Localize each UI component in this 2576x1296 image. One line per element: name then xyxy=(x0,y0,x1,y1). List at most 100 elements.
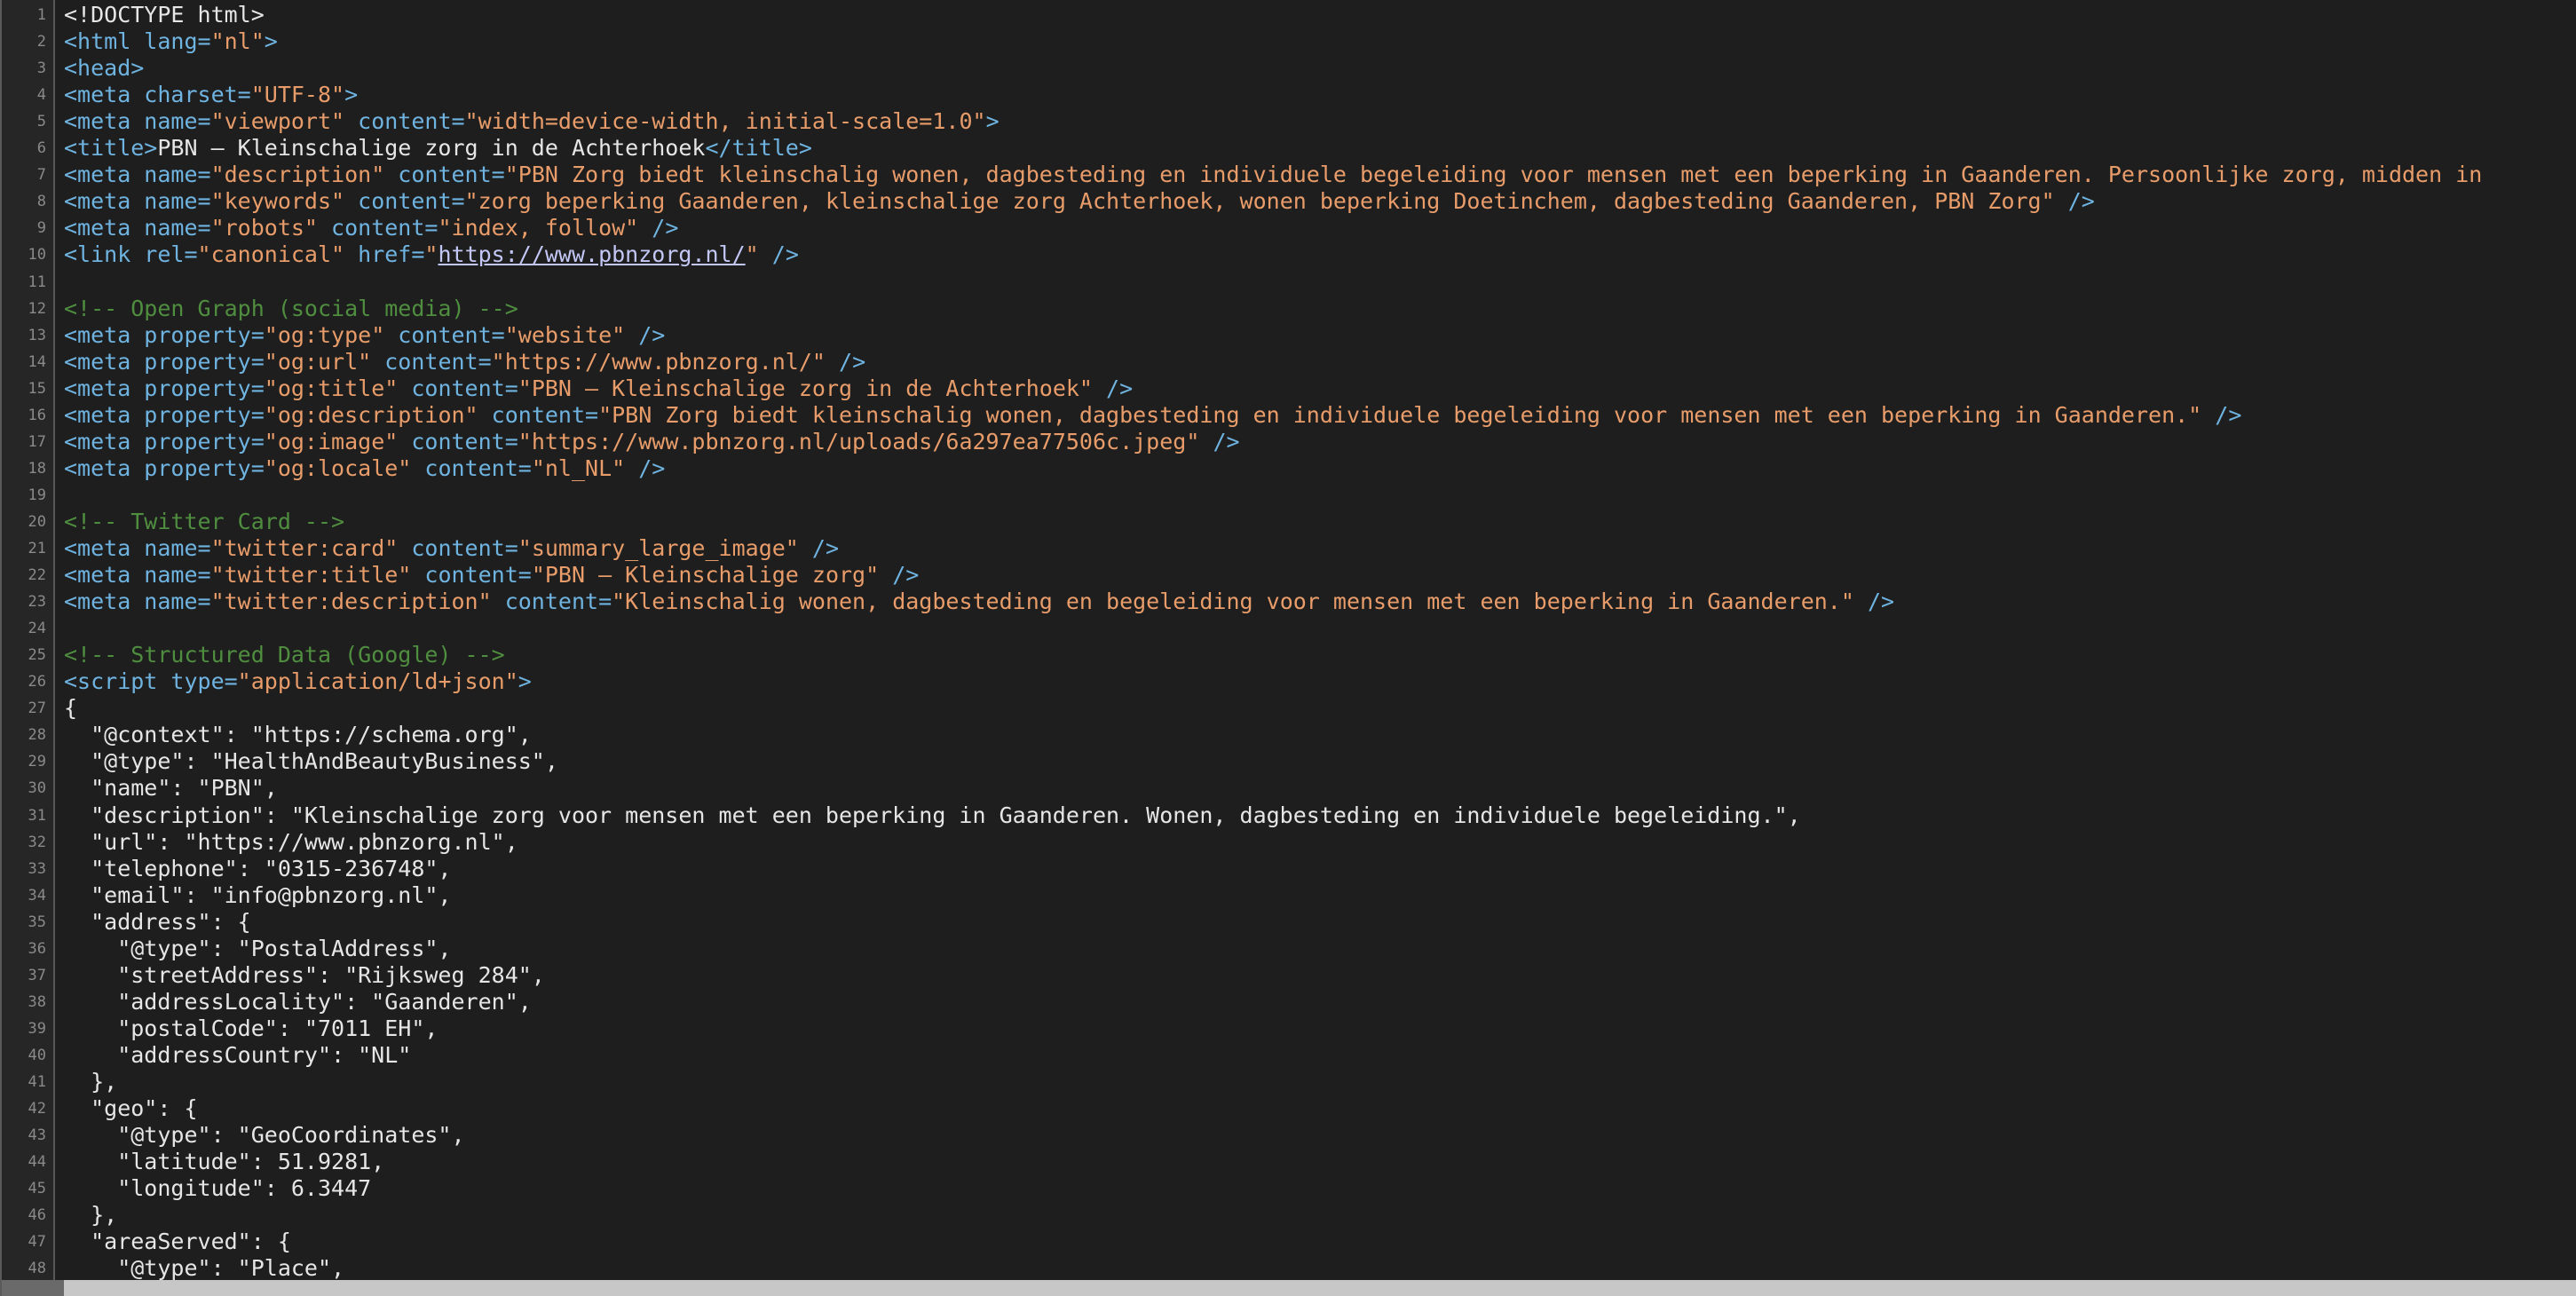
code-line[interactable]: 30 "name": "PBN", xyxy=(2,775,2576,802)
code-line[interactable]: 40 "addressCountry": "NL" xyxy=(2,1042,2576,1069)
line-code: <meta name="robots" content="index, foll… xyxy=(64,215,678,241)
code-line[interactable]: 48 "@type": "Place", xyxy=(2,1255,2576,1282)
code-line[interactable]: 5 <meta name="viewport" content="width=de… xyxy=(2,108,2576,135)
code-line[interactable]: 36 "@type": "PostalAddress", xyxy=(2,936,2576,962)
code-line[interactable]: 19 xyxy=(2,482,2576,509)
code-token: content= xyxy=(344,108,465,134)
line-number: 19 xyxy=(28,486,46,504)
code-line[interactable]: 33 "telephone": "0315-236748", xyxy=(2,856,2576,882)
code-token: content= xyxy=(411,455,532,481)
line-number: 25 xyxy=(28,646,46,664)
line-code: <script type="application/ld+json"> xyxy=(64,668,532,695)
line-code: "description": "Kleinschalige zorg voor … xyxy=(64,802,1801,829)
code-line[interactable]: 16 <meta property="og:description" conten… xyxy=(2,402,2576,429)
line-number: 26 xyxy=(28,673,46,691)
line-number: 44 xyxy=(28,1153,46,1171)
code-token: <!-- Open Graph (social media) --> xyxy=(64,296,518,321)
code-token: "PBN – Kleinschalige zorg" xyxy=(531,562,880,588)
code-line[interactable]: 20 <!-- Twitter Card --> xyxy=(2,509,2576,535)
code-line[interactable]: 28 "@context": "https://schema.org", xyxy=(2,722,2576,748)
line-number: 27 xyxy=(28,699,46,717)
code-line[interactable]: 45 "longitude": 6.3447 xyxy=(2,1175,2576,1202)
line-code: <meta name="twitter:description" content… xyxy=(64,589,1894,615)
code-token: "summary_large_image" xyxy=(518,535,799,561)
line-number: 15 xyxy=(28,380,46,398)
code-token: href= xyxy=(344,241,425,267)
code-token: <html lang= xyxy=(64,28,211,54)
code-token: /> xyxy=(798,535,839,561)
code-line[interactable]: 1 <!DOCTYPE html> xyxy=(2,2,2576,28)
code-line[interactable]: 4 <meta charset="UTF-8"> xyxy=(2,82,2576,108)
code-line[interactable]: 3 <head> xyxy=(2,55,2576,82)
code-token: "og:title" xyxy=(264,375,399,401)
line-number: 47 xyxy=(28,1233,46,1251)
code-token: "robots" xyxy=(210,215,318,241)
code-line[interactable]: 43 "@type": "GeoCoordinates", xyxy=(2,1122,2576,1149)
code-line[interactable]: 44 "latitude": 51.9281, xyxy=(2,1149,2576,1175)
code-token: /> xyxy=(625,455,666,481)
code-token: "email": "info@pbnzorg.nl", xyxy=(64,882,452,908)
code-line[interactable]: 10 <link rel="canonical" href="https://ww… xyxy=(2,241,2576,268)
line-number: 31 xyxy=(28,807,46,825)
code-line[interactable]: 6 <title>PBN – Kleinschalige zorg in de A… xyxy=(2,135,2576,162)
code-line[interactable]: 17 <meta property="og:image" content="htt… xyxy=(2,429,2576,455)
line-number: 38 xyxy=(28,993,46,1011)
code-line[interactable]: 37 "streetAddress": "Rijksweg 284", xyxy=(2,962,2576,989)
line-number: 23 xyxy=(28,593,46,611)
code-token: <!DOCTYPE html> xyxy=(64,2,265,28)
code-line[interactable]: 24 xyxy=(2,615,2576,642)
code-token: "canonical" xyxy=(197,241,345,267)
code-token: <meta name= xyxy=(64,108,211,134)
code-token: "width=device-width, initial-scale=1.0" xyxy=(464,108,986,134)
horizontal-scrollbar[interactable] xyxy=(2,1280,2576,1296)
code-token: "addressCountry": "NL" xyxy=(64,1042,412,1068)
code-editor-text-area[interactable]: 1 <!DOCTYPE html> 2 <html lang="nl"> 3 <head>… xyxy=(2,2,2576,1282)
code-token: "website" xyxy=(504,322,626,348)
line-number: 16 xyxy=(28,407,46,424)
code-line[interactable]: 11 xyxy=(2,269,2576,296)
code-line[interactable]: 9 <meta name="robots" content="index, fol… xyxy=(2,215,2576,241)
code-line[interactable]: 41 }, xyxy=(2,1069,2576,1095)
code-line[interactable]: 13 <meta property="og:type" content="webs… xyxy=(2,322,2576,349)
code-line[interactable]: 38 "addressLocality": "Gaanderen", xyxy=(2,989,2576,1015)
code-line[interactable]: 26 <script type="application/ld+json"> xyxy=(2,668,2576,695)
code-token: <meta property= xyxy=(64,375,265,401)
line-code: <meta property="og:url" content="https:/… xyxy=(64,349,865,375)
line-code: <meta name="twitter:title" content="PBN … xyxy=(64,562,919,589)
code-line[interactable]: 35 "address": { xyxy=(2,909,2576,936)
code-line[interactable]: 32 "url": "https://www.pbnzorg.nl", xyxy=(2,829,2576,856)
code-line[interactable]: 34 "email": "info@pbnzorg.nl", xyxy=(2,882,2576,909)
code-token: "@context": "https://schema.org", xyxy=(64,722,532,747)
code-token: "https://www.pbnzorg.nl/" xyxy=(491,349,826,375)
code-link[interactable]: https://www.pbnzorg.nl/ xyxy=(438,241,745,267)
code-line[interactable]: 25 <!-- Structured Data (Google) --> xyxy=(2,642,2576,668)
line-code: <meta charset="UTF-8"> xyxy=(64,82,358,108)
code-line[interactable]: 7 <meta name="description" content="PBN Z… xyxy=(2,162,2576,188)
code-line[interactable]: 12 <!-- Open Graph (social media) --> xyxy=(2,296,2576,322)
code-token: /> xyxy=(758,241,799,267)
code-line[interactable]: 46 }, xyxy=(2,1202,2576,1229)
code-line[interactable]: 39 "postalCode": "7011 EH", xyxy=(2,1015,2576,1042)
code-line[interactable]: 22 <meta name="twitter:title" content="PB… xyxy=(2,562,2576,589)
line-code: "addressLocality": "Gaanderen", xyxy=(64,989,532,1015)
line-number: 22 xyxy=(28,566,46,584)
code-line[interactable]: 14 <meta property="og:url" content="https… xyxy=(2,349,2576,375)
code-token: "geo": { xyxy=(64,1095,198,1121)
code-token: "longitude": 6.3447 xyxy=(64,1175,372,1201)
code-line[interactable]: 27 { xyxy=(2,695,2576,722)
code-line[interactable]: 23 <meta name="twitter:description" conte… xyxy=(2,589,2576,615)
code-line[interactable]: 31 "description": "Kleinschalige zorg vo… xyxy=(2,802,2576,829)
line-number: 48 xyxy=(28,1260,46,1277)
line-number: 7 xyxy=(36,166,46,184)
code-token: content= xyxy=(491,589,612,614)
code-line[interactable]: 21 <meta name="twitter:card" content="sum… xyxy=(2,535,2576,562)
code-line[interactable]: 2 <html lang="nl"> xyxy=(2,28,2576,55)
code-line[interactable]: 47 "areaServed": { xyxy=(2,1229,2576,1255)
code-line[interactable]: 18 <meta property="og:locale" content="nl… xyxy=(2,455,2576,482)
code-token: > xyxy=(344,82,359,107)
code-line[interactable]: 29 "@type": "HealthAndBeautyBusiness", xyxy=(2,748,2576,775)
line-number: 41 xyxy=(28,1073,46,1091)
code-line[interactable]: 42 "geo": { xyxy=(2,1095,2576,1122)
code-line[interactable]: 8 <meta name="keywords" content="zorg bep… xyxy=(2,188,2576,215)
code-line[interactable]: 15 <meta property="og:title" content="PBN… xyxy=(2,375,2576,402)
